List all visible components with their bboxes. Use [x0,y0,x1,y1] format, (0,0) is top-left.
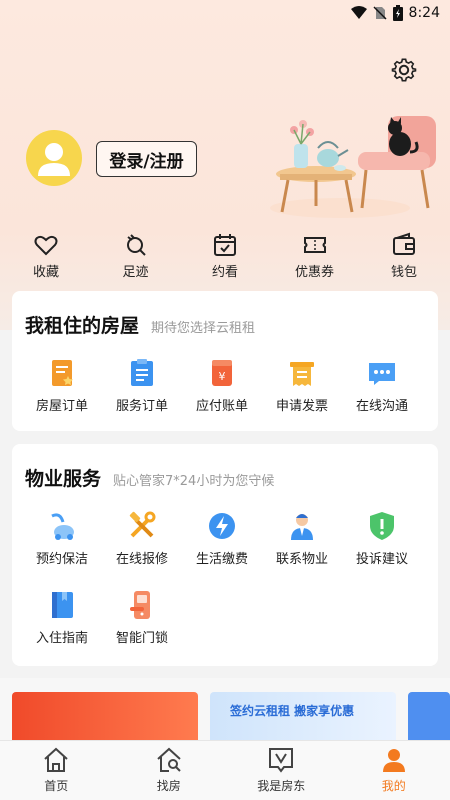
tab-label: 找房 [156,779,181,793]
tab-label: 首页 [44,779,69,793]
service-utilities[interactable]: 生活缴费 [182,510,262,567]
tab-find-house[interactable]: 找房 [113,741,226,800]
repair-tools-icon [129,511,156,538]
service-move-in-guide[interactable]: 入住指南 [22,589,102,646]
battery-icon [392,5,403,21]
quick-action-favorites[interactable]: 收藏 [17,232,75,282]
service-label: 申请发票 [275,399,328,414]
promo-banner-strip: 签约云租租 搬家享优惠 [0,678,450,752]
guide-book-icon [52,592,73,618]
avatar[interactable] [26,130,82,186]
service-label: 房屋订单 [35,399,88,414]
gear-icon [391,58,417,82]
wifi-icon [350,6,367,19]
tab-label: 我是房东 [257,779,306,793]
no-sim-icon [373,6,387,20]
quick-action-label: 优惠券 [294,265,334,280]
status-bar: 8:24 [0,0,450,26]
quick-action-label: 足迹 [122,265,149,280]
property-service-card: 物业服务 贴心管家7*24小时为您守候 预约保洁 在线报修 生活缴费 联系物业 … [12,444,438,666]
vacuum-icon [51,513,74,540]
coupon-icon [303,237,326,253]
bill-icon: ¥ [212,360,232,386]
service-contact-property[interactable]: 联系物业 [262,510,342,567]
settings-button[interactable] [390,56,418,84]
calendar-icon [214,234,236,256]
utility-bolt-icon [209,513,235,539]
service-label: 服务订单 [115,399,168,414]
quick-action-footprints[interactable]: 足迹 [107,232,165,282]
quick-action-coupons[interactable]: 优惠券 [286,232,344,282]
tab-label: 我的 [381,779,406,793]
service-cleaning[interactable]: 预约保洁 [22,510,102,567]
service-label: 在线沟通 [355,399,408,414]
service-label: 入住指南 [35,631,88,646]
quick-action-appointments[interactable]: 约看 [196,232,254,282]
quick-action-wallet[interactable]: 钱包 [375,232,433,282]
bottom-tab-bar: 首页 找房 我是房东 我的 [0,740,450,800]
svg-text:¥: ¥ [219,370,226,383]
service-service-orders[interactable]: 服务订单 [102,357,182,414]
tab-home[interactable]: 首页 [0,741,113,800]
service-order-icon [131,359,153,386]
banner-text: 签约云租租 搬家享优惠 [230,704,355,718]
shield-alert-icon [370,512,394,540]
card-title: 我租住的房屋 [25,315,140,337]
status-time: 8:24 [408,5,440,21]
room-illustration [270,108,442,220]
card-header: 物业服务 贴心管家7*24小时为您守候 [25,464,274,491]
service-bills[interactable]: ¥ 应付账单 [182,357,262,414]
service-label: 生活缴费 [195,552,248,567]
find-house-icon [157,747,181,772]
tab-mine[interactable]: 我的 [338,741,450,800]
landlord-icon [269,748,294,773]
quick-action-label: 钱包 [390,265,417,280]
service-label: 投诉建议 [355,552,408,567]
home-icon [44,747,68,772]
service-smart-lock[interactable]: 智能门锁 [102,589,182,646]
chat-icon [369,363,395,385]
tab-landlord[interactable]: 我是房东 [225,741,338,800]
rent-services-grid: 房屋订单 服务订单 ¥ 应付账单 申请发票 在线沟通 [22,357,422,414]
smart-lock-icon [130,591,150,619]
card-subtitle: 期待您选择云租租 [151,321,256,336]
heart-icon [34,235,58,256]
profile-icon [382,749,405,772]
service-house-orders[interactable]: 房屋订单 [22,357,102,414]
service-label: 联系物业 [275,552,328,567]
property-services-grid: 预约保洁 在线报修 生活缴费 联系物业 投诉建议 入住指南 智能门锁 [22,510,422,646]
service-invoice[interactable]: 申请发票 [262,357,342,414]
property-staff-icon [291,514,313,540]
invoice-icon [290,362,314,386]
card-header: 我租住的房屋 期待您选择云租租 [25,311,255,338]
card-title: 物业服务 [25,468,102,490]
quick-action-label: 收藏 [32,265,59,280]
rented-house-card: 我租住的房屋 期待您选择云租租 房屋订单 服务订单 ¥ 应付账单 申请发票 在线… [12,291,438,431]
wallet-icon [393,232,415,255]
default-user-icon [38,143,70,176]
service-label: 在线报修 [115,552,168,567]
login-register-button[interactable]: 登录/注册 [96,141,197,177]
quick-action-label: 约看 [211,265,238,280]
footprint-icon [126,234,146,256]
service-online-chat[interactable]: 在线沟通 [342,357,422,414]
service-repair[interactable]: 在线报修 [102,510,182,567]
quick-actions-row: 收藏 足迹 约看 优惠券 钱包 [0,232,450,282]
card-subtitle: 贴心管家7*24小时为您守候 [113,474,275,489]
house-order-icon [52,360,73,386]
service-label: 应付账单 [195,399,248,414]
service-complaints[interactable]: 投诉建议 [342,510,422,567]
service-label: 智能门锁 [115,631,168,646]
service-label: 预约保洁 [35,552,88,567]
